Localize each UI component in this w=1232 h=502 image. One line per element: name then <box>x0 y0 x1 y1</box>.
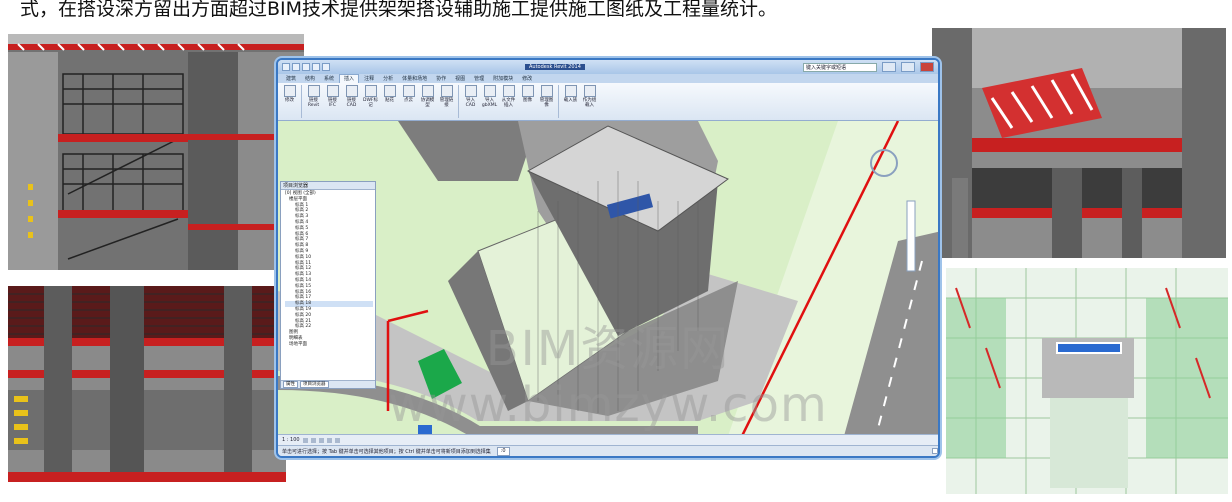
shadows-icon[interactable] <box>326 437 332 443</box>
project-browser-title: 项目浏览器 <box>281 182 375 190</box>
navigation-bar[interactable] <box>906 200 916 272</box>
tab-architecture[interactable]: 建筑 <box>282 75 300 83</box>
crop-icon[interactable] <box>334 437 340 443</box>
model-icon <box>421 85 434 97</box>
maximize-button[interactable] <box>901 62 915 72</box>
image-icon <box>521 85 534 97</box>
browser-footer-tabs: 属性 项目浏览器 <box>281 380 375 388</box>
building-model-view <box>278 121 938 434</box>
editable-only-checkbox[interactable] <box>932 448 938 454</box>
ribbon-separator <box>458 85 459 118</box>
dwf-icon <box>364 85 377 97</box>
undo-icon[interactable] <box>302 63 310 71</box>
sun-path-icon[interactable] <box>318 437 324 443</box>
import-gbxml-button[interactable]: 导入gbXML <box>482 85 497 118</box>
3d-view-canvas[interactable]: 项目浏览器 [0] 视图 (全部) 楼层平面 标高 1 标高 2 标高 3 标高… <box>278 121 938 434</box>
workset-field[interactable]: :0 <box>496 446 510 456</box>
safety-net-render <box>8 286 286 482</box>
tab-manage[interactable]: 管理 <box>470 75 488 83</box>
tab-annotate[interactable]: 注释 <box>360 75 378 83</box>
file-icon <box>502 85 515 97</box>
link-cad-button[interactable]: 链接CAD <box>344 85 359 118</box>
status-bar: 单击可进行选择；按 Tab 键并单击可选择其他项目；按 Ctrl 键并单击可将新… <box>278 445 938 456</box>
decal-icon <box>383 85 396 97</box>
view-control-bar: 1 : 100 <box>278 434 938 445</box>
save-icon[interactable] <box>292 63 300 71</box>
tab-massing-site[interactable]: 体量和场地 <box>398 75 431 83</box>
tab-analyze[interactable]: 分析 <box>379 75 397 83</box>
tab-collaborate[interactable]: 协作 <box>432 75 450 83</box>
cad-icon <box>345 85 358 97</box>
slide-caption: 式，在搭设深方留出方面超过BIM技术提供架架搭设辅助施工提供施工图纸及工程量统计… <box>20 0 778 20</box>
import-cad-button[interactable]: 导入CAD <box>463 85 478 118</box>
title-bar: Autodesk Revit 2014 键入关键字或短语 <box>278 60 938 74</box>
tab-project-browser[interactable]: 项目浏览器 <box>300 381 329 388</box>
load-as-group-button[interactable]: 作为组载入 <box>582 85 597 118</box>
status-text: 单击可进行选择；按 Tab 键并单击可选择其他项目；按 Ctrl 键并单击可将新… <box>282 448 491 455</box>
import-cad-icon <box>464 85 477 97</box>
manage-images-button[interactable]: 管理图像 <box>539 85 554 118</box>
load-family-button[interactable]: 载入族 <box>563 85 578 118</box>
insert-from-file-button[interactable]: 从文件插入 <box>501 85 516 118</box>
minimize-button[interactable] <box>882 62 896 72</box>
quick-access-toolbar <box>282 63 330 71</box>
group-icon <box>583 85 596 97</box>
gbxml-icon <box>483 85 496 97</box>
visual-style-icon[interactable] <box>310 437 316 443</box>
link-ifc-button[interactable]: 链接IFC <box>325 85 340 118</box>
ribbon-panel: 修改 链接Revit 链接IFC 链接CAD DWF标记 贴花 点云 协调模型 … <box>278 83 938 121</box>
cursor-icon <box>283 85 296 97</box>
redo-icon[interactable] <box>312 63 320 71</box>
tab-add-ins[interactable]: 附加模块 <box>489 75 517 83</box>
document-title: Autodesk Revit 2014 <box>525 64 585 70</box>
detail-level-icon[interactable] <box>302 437 308 443</box>
links-icon <box>440 85 453 97</box>
ribbon-tabs: 建筑 结构 系统 插入 注释 分析 体量和场地 协作 视图 管理 附加模块 修改 <box>278 74 938 83</box>
link-revit-button[interactable]: 链接Revit <box>306 85 321 118</box>
family-icon <box>564 85 577 97</box>
decal-button[interactable]: 贴花 <box>382 85 397 118</box>
tab-structure[interactable]: 结构 <box>301 75 319 83</box>
tree-group-site-plan[interactable]: 场地平面 <box>285 342 373 348</box>
tab-view[interactable]: 视图 <box>451 75 469 83</box>
close-button[interactable] <box>920 62 934 72</box>
ifc-icon <box>326 85 339 97</box>
modify-button[interactable]: 修改 <box>282 85 297 118</box>
print-icon[interactable] <box>322 63 330 71</box>
images-icon <box>540 85 553 97</box>
tab-systems[interactable]: 系统 <box>320 75 338 83</box>
coordination-model-button[interactable]: 协调模型 <box>420 85 435 118</box>
revit-window: Autodesk Revit 2014 键入关键字或短语 建筑 结构 系统 插入… <box>276 58 940 458</box>
slide: 式，在搭设深方留出方面超过BIM技术提供架架搭设辅助施工提供施工图纸及工程量统计… <box>0 0 1232 502</box>
project-tree: [0] 视图 (全部) 楼层平面 标高 1 标高 2 标高 3 标高 4 标高 … <box>281 190 375 348</box>
revit-link-icon <box>307 85 320 97</box>
tab-insert[interactable]: 插入 <box>339 74 360 83</box>
open-icon[interactable] <box>282 63 290 71</box>
project-browser: 项目浏览器 [0] 视图 (全部) 楼层平面 标高 1 标高 2 标高 3 标高… <box>280 181 376 389</box>
search-input[interactable]: 键入关键字或短语 <box>803 62 877 72</box>
dwf-markup-button[interactable]: DWF标记 <box>363 85 378 118</box>
view-scale[interactable]: 1 : 100 <box>282 437 300 443</box>
point-cloud-icon <box>402 85 415 97</box>
tab-modify[interactable]: 修改 <box>518 75 536 83</box>
image-button[interactable]: 图像 <box>520 85 535 118</box>
tab-properties[interactable]: 属性 <box>283 381 298 388</box>
ribbon-separator <box>301 85 302 118</box>
point-cloud-button[interactable]: 点云 <box>401 85 416 118</box>
ribbon-separator <box>558 85 559 118</box>
safe-passage-render <box>946 268 1228 494</box>
manage-links-button[interactable]: 管理链接 <box>439 85 454 118</box>
scaffold-stair-render <box>8 34 304 270</box>
protective-shed-render <box>932 28 1226 258</box>
